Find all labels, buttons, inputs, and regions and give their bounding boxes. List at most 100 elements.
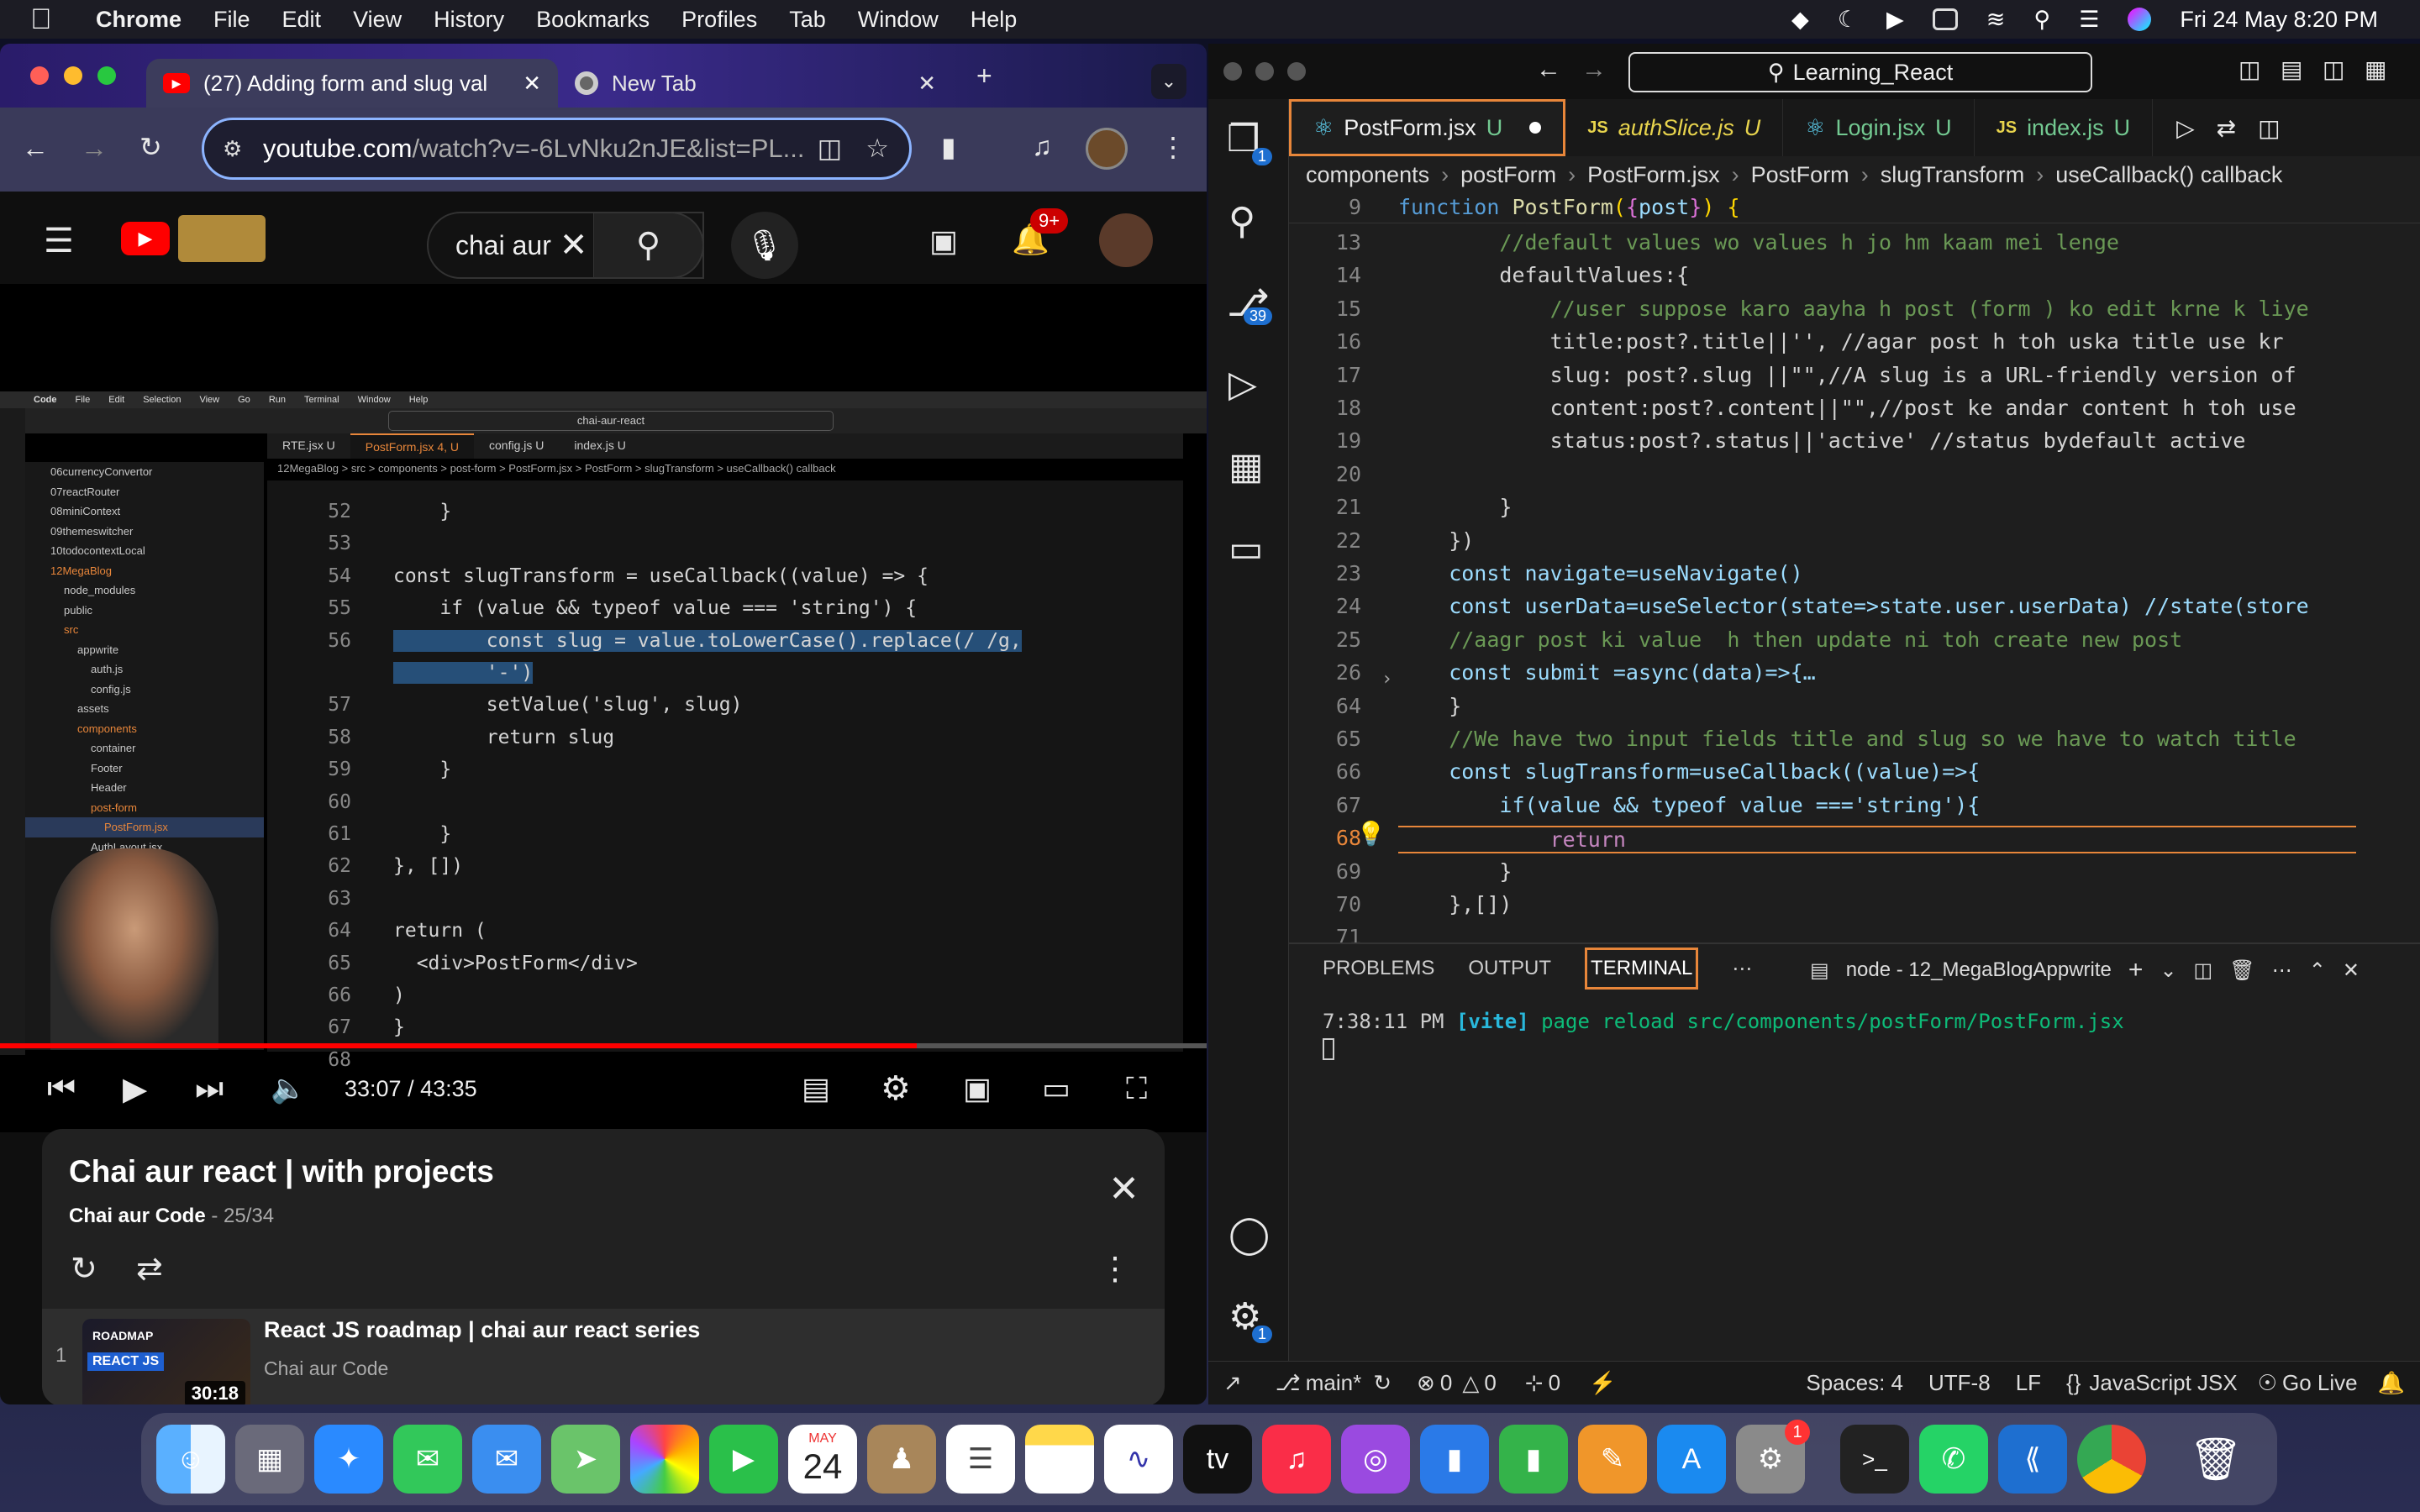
user-avatar[interactable] bbox=[1099, 213, 1153, 267]
music-icon[interactable]: ♫ bbox=[1262, 1425, 1331, 1494]
toggle-secondary-sidebar-icon[interactable]: ◫ bbox=[2323, 55, 2344, 83]
battery-icon[interactable] bbox=[1932, 8, 1958, 30]
playlist-item[interactable]: 1 ROADMAP REACT JS 30:18 React JS roadma… bbox=[42, 1309, 1165, 1404]
errors-icon[interactable]: ⊗ bbox=[1417, 1370, 1435, 1396]
loop-playlist-icon[interactable]: ↻ bbox=[71, 1250, 97, 1288]
panel-tab-output[interactable]: OUTPUT bbox=[1468, 957, 1551, 980]
indentation[interactable]: Spaces: 4 bbox=[1806, 1370, 1903, 1396]
back-arrow-icon[interactable]: ← bbox=[22, 133, 49, 164]
menu-history[interactable]: History bbox=[434, 7, 504, 33]
editor-tab-postform[interactable]: ⚛ PostForm.jsx U bbox=[1289, 99, 1566, 156]
breadcrumb-item[interactable]: PostForm bbox=[1751, 162, 1849, 188]
voice-search-mic-icon[interactable]: 🎙 bbox=[731, 212, 798, 279]
close-playlist-icon[interactable]: ✕ bbox=[1108, 1168, 1139, 1210]
vscode-icon[interactable]: ⟪ bbox=[1998, 1425, 2067, 1494]
remote-explorer-icon[interactable]: ▭ bbox=[1228, 528, 1264, 570]
git-branch[interactable]: main* bbox=[1306, 1370, 1361, 1396]
photos-icon[interactable] bbox=[630, 1425, 699, 1494]
settings-gear-icon[interactable]: ⚙ bbox=[881, 1069, 911, 1108]
control-center-icon[interactable]: ☰ bbox=[2079, 7, 2099, 33]
maximize-panel-icon[interactable]: ⌃ bbox=[2309, 958, 2326, 983]
notifications-bell-icon[interactable]: 🔔 bbox=[2378, 1370, 2405, 1396]
fullscreen-icon[interactable]: ⛶ bbox=[1126, 1071, 1147, 1107]
pages-icon[interactable]: ✎ bbox=[1578, 1425, 1647, 1494]
minimize-window-button[interactable] bbox=[64, 66, 82, 85]
menu-file[interactable]: File bbox=[213, 7, 250, 33]
zoom-window-button[interactable] bbox=[1287, 62, 1306, 81]
doodle-logo[interactable] bbox=[178, 215, 266, 262]
editor-tab-login[interactable]: ⚛ Login.jsx U bbox=[1783, 99, 1975, 156]
ports-count[interactable]: 0 bbox=[1549, 1370, 1560, 1396]
search-button[interactable]: ⚲ bbox=[593, 212, 704, 279]
warning-icon[interactable]: △ bbox=[1462, 1370, 1479, 1396]
panel-more-icon[interactable]: ⋯ bbox=[1732, 957, 1752, 981]
menu-view[interactable]: View bbox=[353, 7, 402, 33]
tab-search-chevron-icon[interactable]: ⌄ bbox=[1151, 64, 1186, 99]
reminders-icon[interactable]: ☰ bbox=[946, 1425, 1015, 1494]
media-queue-icon[interactable]: ♫ bbox=[1032, 131, 1052, 162]
shield-icon[interactable]: ◆ bbox=[1791, 7, 1809, 33]
numbers-icon[interactable]: ▮ bbox=[1499, 1425, 1568, 1494]
maps-icon[interactable]: ➤ bbox=[551, 1425, 620, 1494]
contacts-icon[interactable]: ♟ bbox=[867, 1425, 936, 1494]
menu-window[interactable]: Window bbox=[858, 7, 939, 33]
siri-icon[interactable] bbox=[2128, 8, 2152, 31]
split-editor-icon[interactable]: ◫ bbox=[2258, 99, 2280, 156]
toggle-panel-icon[interactable]: ▤ bbox=[2281, 55, 2302, 83]
warning-count[interactable]: 0 bbox=[1484, 1370, 1496, 1396]
extensions-puzzle-icon[interactable]: ▮ bbox=[941, 131, 956, 163]
menu-profiles[interactable]: Profiles bbox=[681, 7, 757, 33]
sync-icon[interactable]: ↻ bbox=[1373, 1370, 1392, 1396]
lightning-icon[interactable]: ⚡ bbox=[1589, 1370, 1616, 1396]
menu-tab[interactable]: Tab bbox=[789, 7, 826, 33]
terminal-icon[interactable]: >_ bbox=[1840, 1425, 1909, 1494]
app-store-icon[interactable]: A bbox=[1657, 1425, 1726, 1494]
close-tab-icon[interactable]: ✕ bbox=[918, 71, 936, 97]
nav-back-icon[interactable]: ← bbox=[1536, 55, 1561, 84]
command-center[interactable]: ⚲ Learning_React bbox=[1628, 52, 2092, 92]
close-window-button[interactable] bbox=[30, 66, 49, 85]
lightbulb-icon[interactable]: 💡 bbox=[1356, 820, 1386, 848]
close-tab-icon[interactable]: ✕ bbox=[523, 71, 541, 97]
profile-avatar[interactable] bbox=[1086, 128, 1128, 170]
editor-tab-authslice[interactable]: JS authSlice.js U bbox=[1565, 99, 1784, 156]
panel-tab-problems[interactable]: PROBLEMS bbox=[1323, 957, 1434, 980]
sticky-scroll[interactable]: 9 function PostForm({post}) { bbox=[1289, 193, 2420, 223]
clear-search-icon[interactable]: ✕ bbox=[560, 226, 588, 265]
launchpad-icon[interactable]: ▦ bbox=[235, 1425, 304, 1494]
keynote-icon[interactable]: ▮ bbox=[1420, 1425, 1489, 1494]
minimize-window-button[interactable] bbox=[1255, 62, 1274, 81]
extensions-icon[interactable]: ▦ bbox=[1228, 445, 1264, 488]
bookmark-star-icon[interactable]: ☆ bbox=[865, 134, 889, 164]
fold-chevron-icon[interactable]: › bbox=[1381, 669, 1392, 690]
run-debug-icon[interactable]: ▷ bbox=[1228, 363, 1257, 406]
shuffle-icon[interactable]: ⇄ bbox=[136, 1250, 163, 1288]
play-circle-icon[interactable]: ▶ bbox=[1886, 7, 1904, 33]
breadcrumb-item[interactable]: PostForm.jsx bbox=[1587, 162, 1720, 188]
tab-new-tab[interactable]: New Tab ✕ bbox=[558, 59, 953, 108]
line-ending[interactable]: LF bbox=[2016, 1370, 2041, 1396]
forward-arrow-icon[interactable]: → bbox=[81, 133, 108, 164]
subtitles-icon[interactable]: ▤ bbox=[802, 1071, 830, 1106]
freeform-icon[interactable]: ∿ bbox=[1104, 1425, 1173, 1494]
apple-icon[interactable]:  bbox=[30, 3, 64, 36]
menu-bookmarks[interactable]: Bookmarks bbox=[536, 7, 650, 33]
ports-icon[interactable]: ⊹ bbox=[1525, 1370, 1544, 1396]
facetime-icon[interactable]: ▶ bbox=[709, 1425, 778, 1494]
account-icon[interactable]: ◯ bbox=[1228, 1213, 1270, 1256]
moon-icon[interactable]: ☾ bbox=[1838, 7, 1858, 33]
code-editor[interactable]: 9 function PostForm({post}) { 13 //defau… bbox=[1289, 193, 2420, 1016]
miniplayer-icon[interactable]: ▣ bbox=[963, 1071, 992, 1106]
volume-icon[interactable]: 🔈 bbox=[271, 1072, 306, 1105]
kill-terminal-trash-icon[interactable]: 🗑 bbox=[2229, 958, 2254, 983]
close-panel-icon[interactable]: ✕ bbox=[2343, 958, 2360, 983]
create-video-icon[interactable]: ▣ bbox=[929, 223, 958, 259]
breadcrumb-item[interactable]: slugTransform bbox=[1881, 162, 2025, 188]
trash-icon[interactable]: 🗑 bbox=[2181, 1425, 2250, 1494]
system-settings-icon[interactable]: ⚙ 1 bbox=[1736, 1420, 1810, 1494]
terminal-dropdown-icon[interactable]: ⌄ bbox=[2160, 958, 2176, 983]
terminal-more-icon[interactable]: ⋯ bbox=[2272, 958, 2292, 983]
previous-video-icon[interactable]: ⏮ bbox=[47, 1071, 76, 1107]
remote-icon[interactable]: ↗ bbox=[1223, 1370, 1242, 1396]
new-tab-plus-icon[interactable]: + bbox=[976, 60, 992, 92]
